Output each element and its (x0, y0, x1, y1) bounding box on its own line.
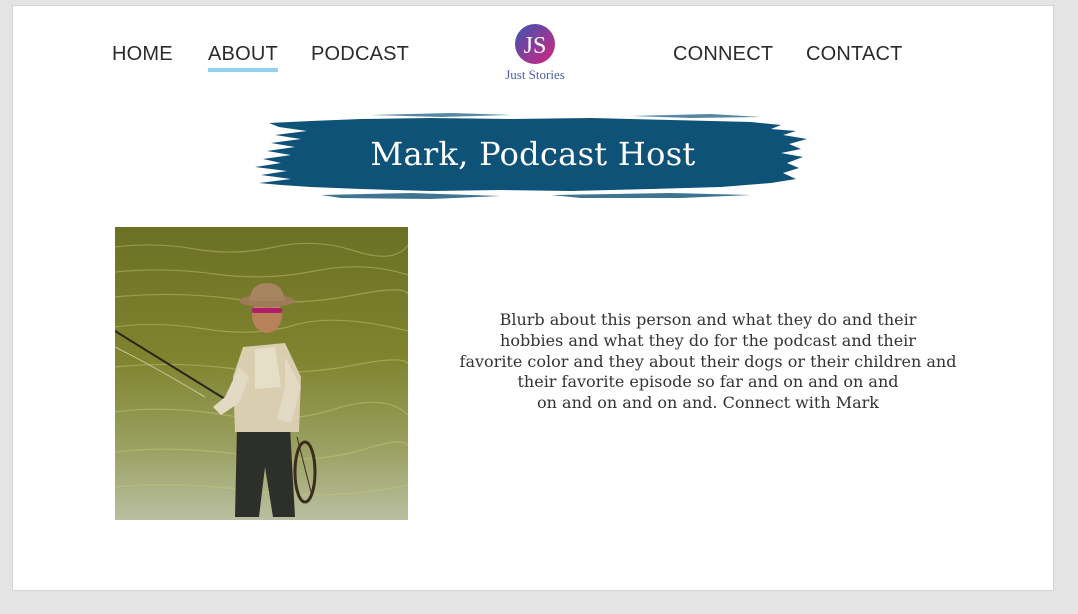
active-nav-indicator (208, 68, 278, 72)
logo-wordmark: Just Stories (505, 67, 565, 82)
nav-connect[interactable]: CONNECT (673, 42, 773, 66)
bio-line: Blurb about this person and what they do… (499, 310, 917, 329)
page-title: Mark, Podcast Host (370, 135, 696, 173)
nav-about[interactable]: ABOUT (208, 42, 278, 72)
title-banner: Mark, Podcast Host (251, 113, 815, 205)
bio-line: on and on and on and. Connect with Mark (537, 393, 879, 413)
nav-about-label: ABOUT (208, 43, 278, 65)
page-canvas: HOME ABOUT PODCAST CONNECT CONTACT JS Ju… (12, 5, 1054, 591)
nav-home[interactable]: HOME (112, 42, 173, 66)
host-bio: Blurb about this person and what they do… (441, 310, 975, 414)
nav-podcast[interactable]: PODCAST (311, 42, 409, 66)
logo-monogram: JS (524, 33, 547, 59)
logo-mark-icon: JS (515, 24, 555, 64)
bio-line: hobbies and what they do for the podcast… (500, 330, 916, 350)
nav-contact[interactable]: CONTACT (806, 42, 903, 66)
fly-fisherman-image (115, 227, 408, 520)
bio-line: favorite color and they about their dogs… (459, 351, 957, 371)
bio-line: their favorite episode so far and on and… (517, 372, 899, 392)
host-photo (115, 227, 408, 520)
just-stories-logo[interactable]: JS Just Stories (497, 21, 573, 87)
